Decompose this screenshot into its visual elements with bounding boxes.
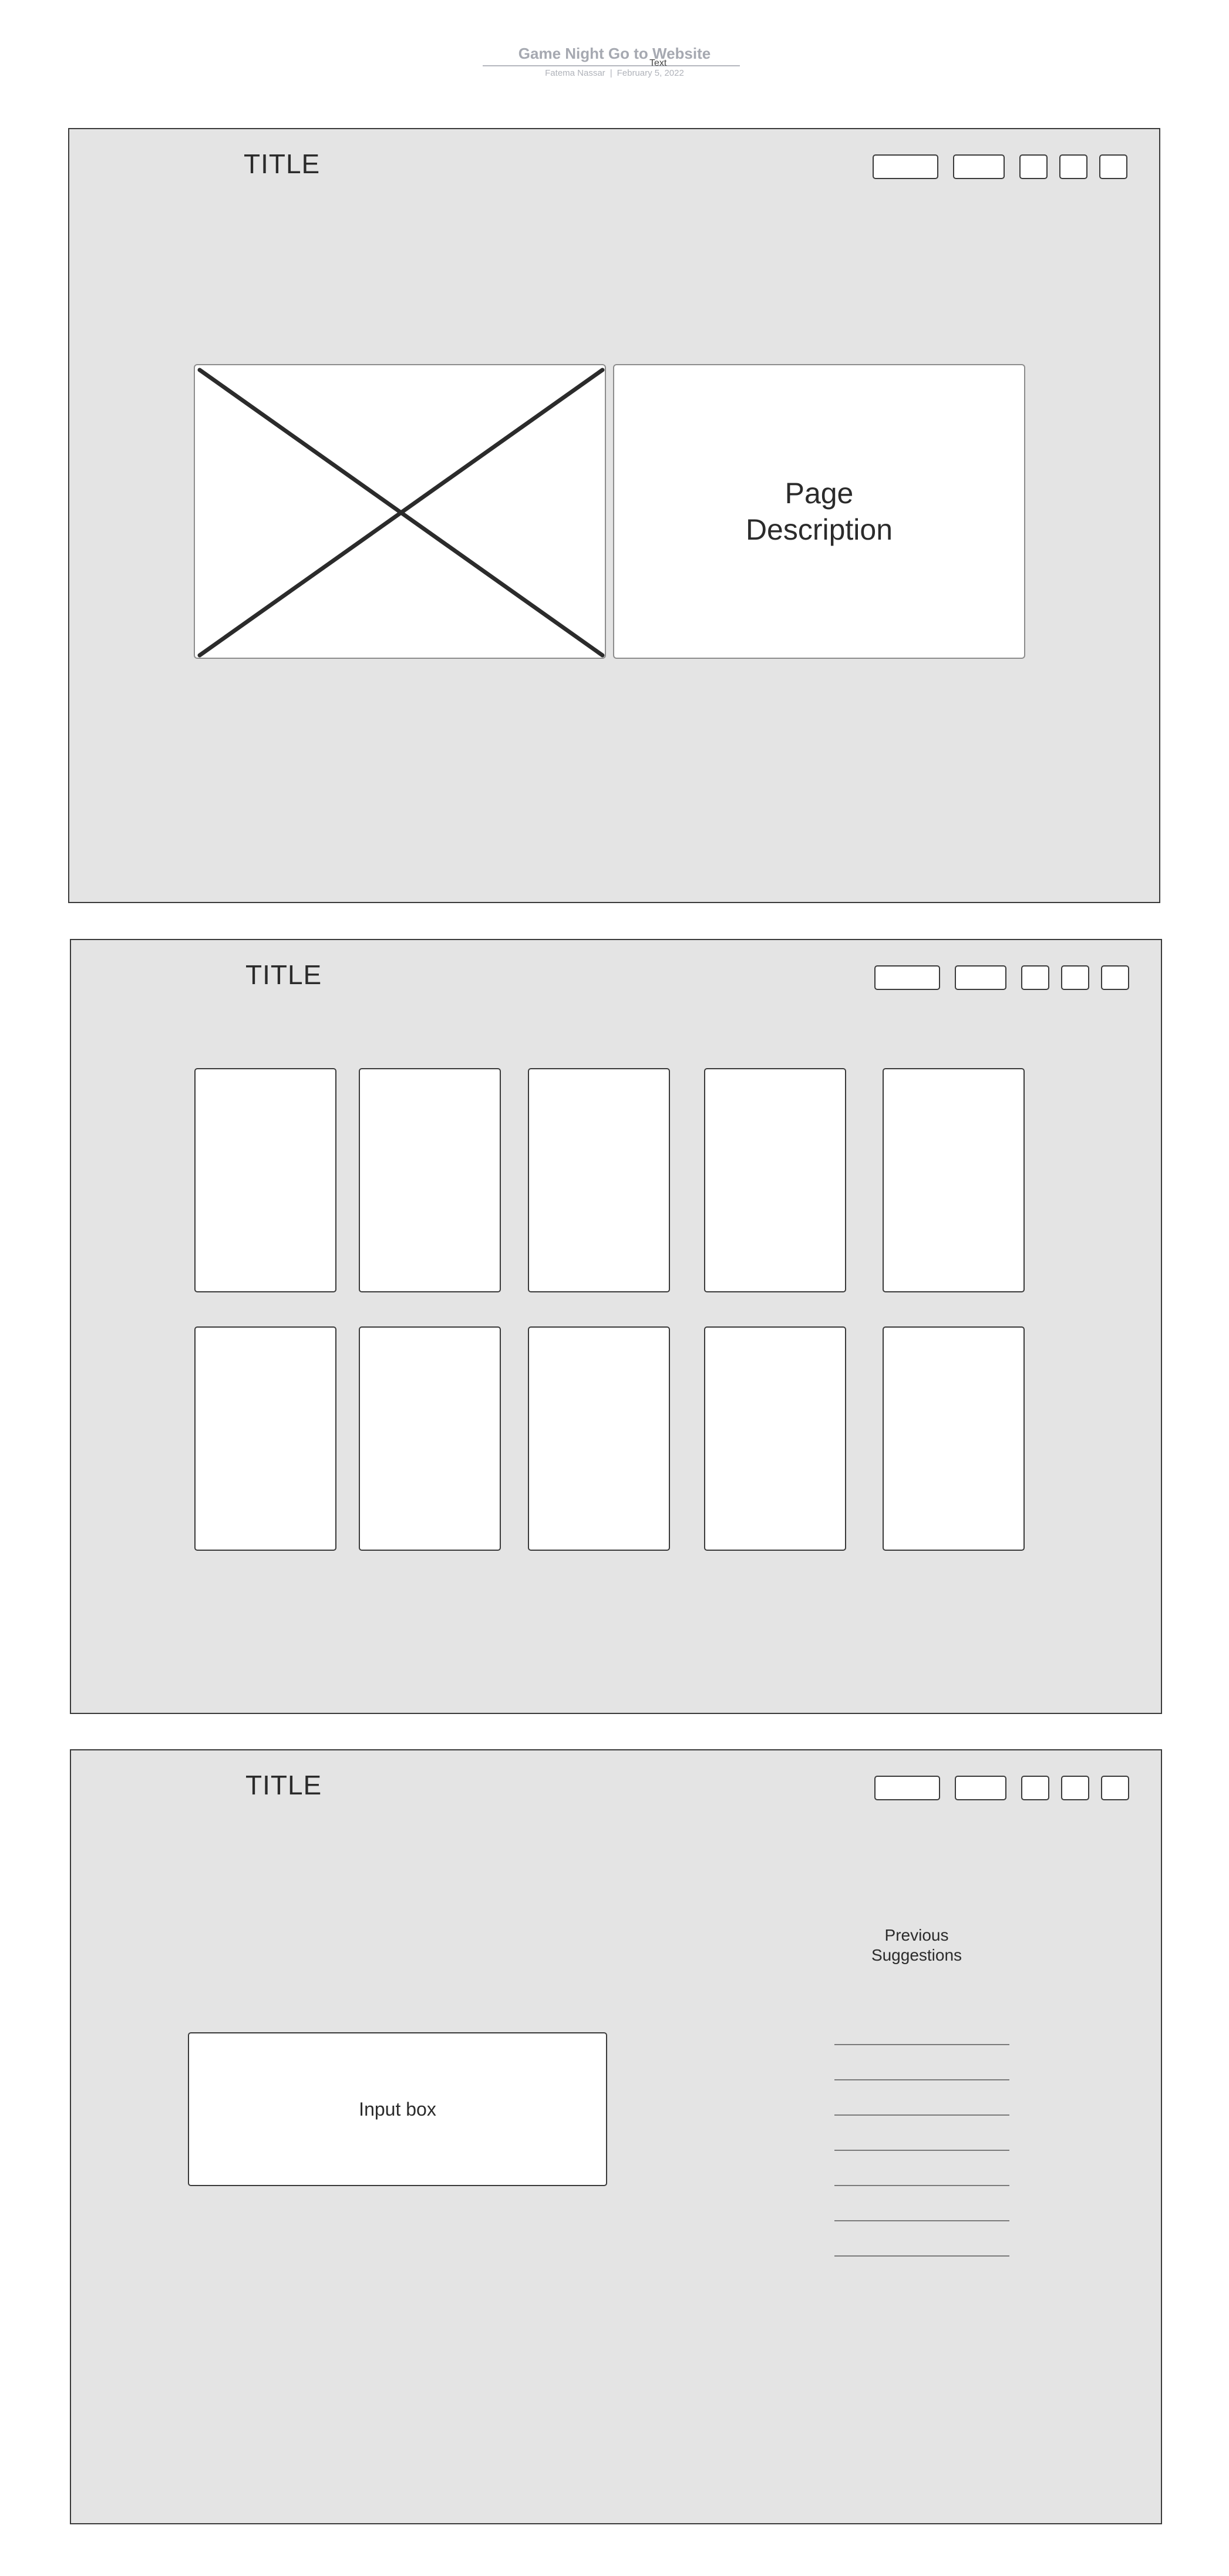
nav-button-5[interactable] bbox=[1101, 1776, 1129, 1800]
wireframe-input: TITLE Input box Previous Suggestions bbox=[70, 1749, 1162, 2524]
nav-button-4[interactable] bbox=[1061, 965, 1089, 990]
suggestion-line[interactable] bbox=[834, 2044, 1009, 2045]
input-box-label: Input box bbox=[359, 2098, 436, 2120]
nav-button-5[interactable] bbox=[1099, 154, 1127, 179]
title-underline bbox=[483, 65, 740, 66]
page-title: TITLE bbox=[244, 149, 321, 179]
nav-button-2[interactable] bbox=[955, 1776, 1006, 1800]
nav-button-4[interactable] bbox=[1059, 154, 1087, 179]
suggestion-line[interactable] bbox=[834, 2079, 1009, 2080]
grid-card[interactable] bbox=[704, 1068, 846, 1292]
document-title: Game Night Go to Website bbox=[518, 45, 711, 62]
wireframe-landing: TITLE Page Description bbox=[68, 128, 1160, 903]
nav-button-3[interactable] bbox=[1021, 965, 1049, 990]
grid-card[interactable] bbox=[528, 1068, 670, 1292]
page-description: Page Description bbox=[745, 477, 893, 546]
grid-card[interactable] bbox=[883, 1326, 1025, 1551]
grid-card[interactable] bbox=[528, 1326, 670, 1551]
page-title: TITLE bbox=[245, 1770, 322, 1800]
input-box[interactable]: Input box bbox=[188, 2032, 607, 2186]
suggestion-line[interactable] bbox=[834, 2150, 1009, 2151]
nav-button-2[interactable] bbox=[953, 154, 1005, 179]
page-title: TITLE bbox=[245, 959, 322, 990]
suggestion-line[interactable] bbox=[834, 2255, 1009, 2257]
previous-suggestions-heading: Previous Suggestions bbox=[871, 1926, 962, 1964]
nav-button-1[interactable] bbox=[874, 1776, 940, 1800]
nav-button-4[interactable] bbox=[1061, 1776, 1089, 1800]
meta-separator: | bbox=[610, 68, 612, 78]
nav-button-3[interactable] bbox=[1019, 154, 1048, 179]
author-name: Fatema Nassar bbox=[545, 68, 605, 78]
grid-card[interactable] bbox=[704, 1326, 846, 1551]
nav-button-2[interactable] bbox=[955, 965, 1006, 990]
grid-card[interactable] bbox=[883, 1068, 1025, 1292]
grid-card[interactable] bbox=[359, 1068, 501, 1292]
suggestion-line[interactable] bbox=[834, 2114, 1009, 2116]
document-header: Game Night Go to Website Text Fatema Nas… bbox=[0, 41, 1229, 88]
nav-button-5[interactable] bbox=[1101, 965, 1129, 990]
nav-button-3[interactable] bbox=[1021, 1776, 1049, 1800]
nav-button-1[interactable] bbox=[873, 154, 938, 179]
document-meta: Fatema Nassar | February 5, 2022 bbox=[0, 68, 1229, 78]
suggestion-line[interactable] bbox=[834, 2220, 1009, 2221]
image-placeholder bbox=[194, 364, 606, 659]
suggestion-line[interactable] bbox=[834, 2185, 1009, 2186]
grid-card[interactable] bbox=[359, 1326, 501, 1551]
page-description-box: Page Description bbox=[613, 364, 1025, 659]
image-placeholder-icon bbox=[197, 368, 605, 658]
document-date: February 5, 2022 bbox=[617, 68, 684, 78]
nav-button-1[interactable] bbox=[874, 965, 940, 990]
grid-card[interactable] bbox=[194, 1326, 336, 1551]
grid-card[interactable] bbox=[194, 1068, 336, 1292]
wireframe-grid: TITLE bbox=[70, 939, 1162, 1714]
text-label: Text bbox=[649, 58, 667, 68]
